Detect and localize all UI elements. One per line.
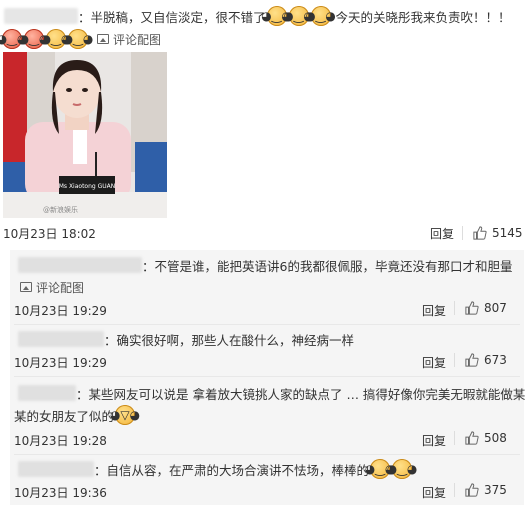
comment-line-1: ：半脱稿，又自信淡定，很不错了 ◕‿◕ ◕‿◕ ◕‿◕ 今天的关晓彤我来负责吹！… (0, 4, 511, 28)
blurred-username[interactable] (4, 8, 78, 24)
picture-icon (97, 34, 109, 44)
reply-date: 10月23日 19:28 (14, 434, 107, 448)
reply-date: 10月23日 19:36 (14, 486, 107, 500)
action-divider (454, 301, 455, 315)
action-divider (462, 226, 463, 240)
reply-text-2: 某的女朋友了似的 (14, 408, 115, 424)
comment-line-2: ◕‿◕ ◕‿◕ ◕‿◕ ◕‿◕ 评论配图 (0, 28, 161, 50)
thumb-up-icon[interactable] (465, 301, 479, 315)
like-action[interactable]: 375 (454, 483, 507, 497)
like-count: 673 (484, 353, 507, 367)
like-count: 508 (484, 431, 507, 445)
thumb-up-icon[interactable] (465, 431, 479, 445)
reply-button[interactable]: 回复 (430, 225, 454, 242)
reply-item: ：自信从容，在严肃的大场合演讲不怯场，棒棒的 ◕‿◕ ◕‿◕ 10月23日 19… (10, 456, 524, 505)
reply-picture-label: 评论配图 (36, 280, 85, 295)
comment-photo[interactable]: Ms Xiaotong GUAN @新浪娱乐 (3, 52, 167, 218)
picture-icon (20, 282, 32, 292)
reply-date: 10月23日 19:29 (14, 356, 107, 370)
blurred-username[interactable] (18, 385, 76, 401)
reply-line: ：确实很好啊，那些人在酸什么，神经病一样 (10, 330, 354, 348)
reply-text: ：确实很好啊，那些人在酸什么，神经病一样 (104, 332, 355, 348)
reply-line-2: 某的女朋友了似的 ◕▽◕ (14, 404, 140, 426)
photo-nameplate: Ms Xiaotong GUAN (59, 183, 116, 190)
thumb-up-icon[interactable] (465, 483, 479, 497)
blurred-username[interactable] (18, 257, 142, 273)
reply-button[interactable]: 回复 (422, 484, 446, 501)
emoji-face-icon: ◕‿◕ (305, 6, 336, 26)
reply-item: ：某些网友可以说是 拿着放大镜挑人家的缺点了 … 搞得好像你完美无暇就能做某 某… (10, 378, 525, 452)
like-action[interactable]: 5145 (462, 224, 523, 242)
emoji-face-icon: ◕‿◕ (63, 29, 93, 49)
replies-panel: ：不管是谁，能把英语讲6的我都很佩服，毕竟还没有那口才和胆量 评论配图 10月2… (10, 250, 525, 505)
main-comment: ：半脱稿，又自信淡定，很不错了 ◕‿◕ ◕‿◕ ◕‿◕ 今天的关晓彤我来负责吹！… (0, 0, 528, 250)
reply-picture-link[interactable]: 评论配图 (20, 278, 84, 296)
reply-date: 10月23日 19:29 (14, 304, 107, 318)
like-action[interactable]: 508 (454, 431, 507, 445)
blurred-username[interactable] (18, 461, 94, 477)
like-count: 5145 (492, 226, 523, 240)
like-action[interactable]: 807 (454, 301, 507, 315)
reply-item: ：不管是谁，能把英语讲6的我都很佩服，毕竟还没有那口才和胆量 评论配图 10月2… (10, 250, 524, 322)
reply-line: ：不管是谁，能把英语讲6的我都很佩服，毕竟还没有那口才和胆量 (10, 256, 512, 274)
like-count: 375 (484, 483, 507, 497)
reply-divider (14, 324, 520, 325)
like-action[interactable]: 673 (454, 353, 507, 367)
thumb-up-icon[interactable] (473, 226, 487, 240)
comment-picture-label: 评论配图 (113, 32, 162, 47)
reply-text: ：自信从容，在严肃的大场合演讲不怯场，棒棒的 (94, 462, 370, 478)
reply-action[interactable]: 回复 (430, 224, 454, 242)
blurred-username[interactable] (18, 331, 104, 347)
photo-illustration: Ms Xiaotong GUAN @新浪娱乐 (3, 52, 167, 218)
reply-line: ：自信从容，在严肃的大场合演讲不怯场，棒棒的 ◕‿◕ ◕‿◕ (10, 458, 417, 480)
comment-meta: 10月23日 18:02 (3, 224, 96, 242)
reply-divider (14, 454, 520, 455)
reply-text: ：不管是谁，能把英语讲6的我都很佩服，毕竟还没有那口才和胆量 (142, 258, 513, 274)
action-divider (454, 431, 455, 445)
reply-button[interactable]: 回复 (422, 302, 446, 319)
reply-text: ：某些网友可以说是 拿着放大镜挑人家的缺点了 … 搞得好像你完美无暇就能做某 (76, 386, 526, 402)
reply-divider (14, 376, 520, 377)
reply-line: ：某些网友可以说是 拿着放大镜挑人家的缺点了 … 搞得好像你完美无暇就能做某 (10, 384, 525, 402)
reply-button[interactable]: 回复 (422, 432, 446, 449)
photo-watermark: @新浪娱乐 (43, 205, 78, 214)
reply-button[interactable]: 回复 (422, 354, 446, 371)
emoji-face-icon: ◕▽◕ (110, 405, 140, 425)
comment-text: ：半脱稿，又自信淡定，很不错了 (78, 9, 266, 25)
comment-text-2: 今天的关晓彤我来负责吹！！！ (335, 9, 511, 25)
emoji-face-icon: ◕‿◕ (387, 459, 417, 479)
like-count: 807 (484, 301, 507, 315)
comment-picture-link[interactable]: 评论配图 (97, 31, 161, 48)
action-divider (454, 353, 455, 367)
action-divider (454, 483, 455, 497)
comment-date: 10月23日 18:02 (3, 226, 96, 241)
thumb-up-icon[interactable] (465, 353, 479, 367)
reply-item: ：确实很好啊，那些人在酸什么，神经病一样 10月23日 19:29 回复 673 (10, 326, 524, 374)
